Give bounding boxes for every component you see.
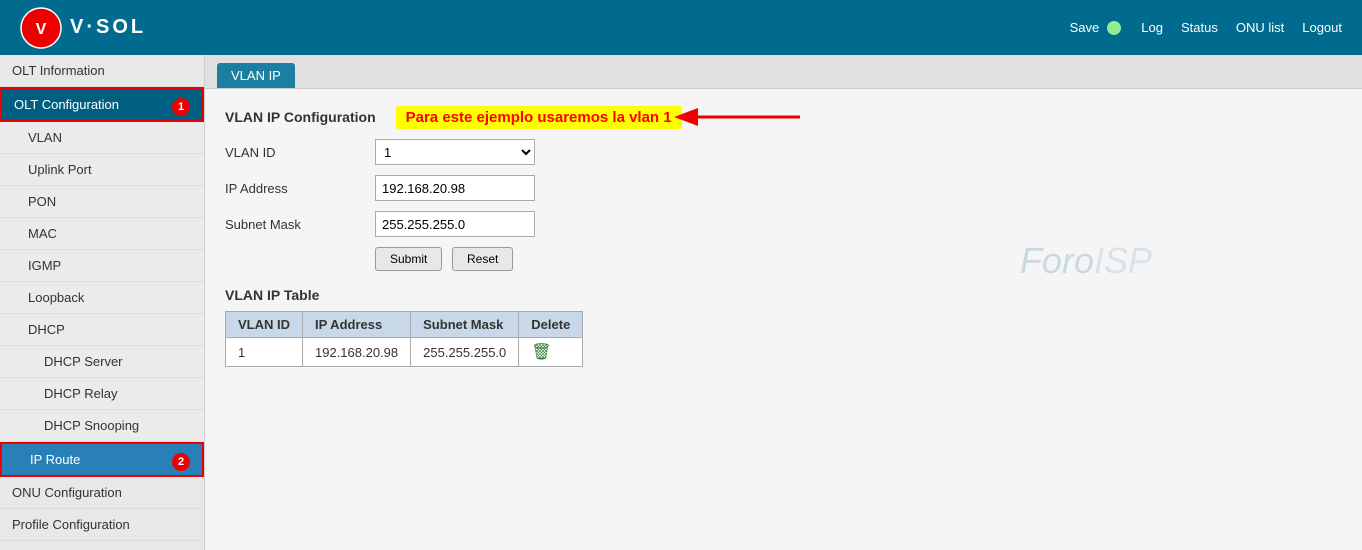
- watermark-foro: Foro: [1020, 240, 1094, 281]
- sidebar-item-loopback[interactable]: Loopback: [0, 282, 204, 314]
- sidebar: OLT Information OLT Configuration 1 VLAN…: [0, 55, 205, 550]
- sidebar-item-pon[interactable]: PON: [0, 186, 204, 218]
- cell-delete: 🗑: [519, 338, 583, 367]
- ip-address-row: IP Address: [225, 175, 1342, 201]
- svg-text:V: V: [36, 21, 47, 38]
- sidebar-item-onu-configuration[interactable]: ONU Configuration: [0, 477, 204, 509]
- header: V V·SOL Save Log Status ONU list Logout: [0, 0, 1362, 55]
- sidebar-item-dhcp-relay[interactable]: DHCP Relay: [0, 378, 204, 410]
- cell-ip-address: 192.168.20.98: [303, 338, 411, 367]
- logout-link[interactable]: Logout: [1302, 20, 1342, 35]
- subnet-mask-input[interactable]: [375, 211, 535, 237]
- content-area: VLAN IP VLAN IP Configuration Para este …: [205, 55, 1362, 550]
- sidebar-ip-route-label: IP Route: [30, 452, 80, 467]
- header-save: Save: [1070, 20, 1122, 35]
- sidebar-item-dhcp-snooping[interactable]: DHCP Snooping: [0, 410, 204, 442]
- table-header-row: VLAN ID IP Address Subnet Mask Delete: [226, 312, 583, 338]
- sidebar-badge-2: 2: [172, 453, 190, 471]
- cell-vlan-id: 1: [226, 338, 303, 367]
- table-title: VLAN IP Table: [225, 287, 1342, 303]
- reset-button[interactable]: Reset: [452, 247, 513, 271]
- save-status-dot: [1107, 21, 1121, 35]
- col-vlan-id: VLAN ID: [226, 312, 303, 338]
- header-nav: Log Status ONU list Logout: [1141, 20, 1342, 35]
- sidebar-olt-config-label: OLT Configuration: [14, 97, 119, 112]
- save-link[interactable]: Save: [1070, 20, 1100, 35]
- sidebar-item-uplink-port[interactable]: Uplink Port: [0, 154, 204, 186]
- vsol-logo-icon: V: [20, 7, 62, 49]
- vlan-id-row: VLAN ID 1: [225, 139, 1342, 165]
- main-layout: OLT Information OLT Configuration 1 VLAN…: [0, 55, 1362, 550]
- watermark: ForoISP: [1020, 240, 1152, 282]
- annotation-arrow: [690, 105, 810, 129]
- sidebar-item-mac[interactable]: MAC: [0, 218, 204, 250]
- sidebar-item-olt-information[interactable]: OLT Information: [0, 55, 204, 87]
- sidebar-badge-1: 1: [172, 98, 190, 116]
- vlan-ip-table: VLAN ID IP Address Subnet Mask Delete 1 …: [225, 311, 583, 367]
- logo-area: V V·SOL: [20, 7, 146, 49]
- sidebar-item-profile-configuration[interactable]: Profile Configuration: [0, 509, 204, 541]
- log-link[interactable]: Log: [1141, 20, 1163, 35]
- ip-address-input[interactable]: [375, 175, 535, 201]
- logo-text: V·SOL: [70, 16, 146, 39]
- subnet-mask-label: Subnet Mask: [225, 217, 375, 232]
- sidebar-item-system-configuration[interactable]: System Configuration: [0, 541, 204, 550]
- ip-address-label: IP Address: [225, 181, 375, 196]
- col-delete: Delete: [519, 312, 583, 338]
- col-ip-address: IP Address: [303, 312, 411, 338]
- status-link[interactable]: Status: [1181, 20, 1218, 35]
- form-buttons: Submit Reset: [375, 247, 1342, 271]
- watermark-isp: ISP: [1094, 240, 1152, 281]
- sidebar-item-olt-configuration[interactable]: OLT Configuration 1: [0, 87, 204, 122]
- section-title: VLAN IP Configuration: [225, 109, 376, 125]
- header-right: Save Log Status ONU list Logout: [1070, 20, 1342, 35]
- sidebar-item-ip-route[interactable]: IP Route 2: [0, 442, 204, 477]
- onu-list-link[interactable]: ONU list: [1236, 20, 1284, 35]
- sidebar-item-dhcp-server[interactable]: DHCP Server: [0, 346, 204, 378]
- tab-vlan-ip[interactable]: VLAN IP: [217, 63, 295, 88]
- sidebar-item-vlan[interactable]: VLAN: [0, 122, 204, 154]
- subnet-mask-row: Subnet Mask: [225, 211, 1342, 237]
- annotation-label: Para este ejemplo usaremos la vlan 1: [396, 106, 682, 129]
- vlan-id-select[interactable]: 1: [375, 139, 535, 165]
- col-subnet-mask: Subnet Mask: [411, 312, 519, 338]
- sidebar-item-dhcp[interactable]: DHCP: [0, 314, 204, 346]
- cell-subnet-mask: 255.255.255.0: [411, 338, 519, 367]
- sidebar-item-igmp[interactable]: IGMP: [0, 250, 204, 282]
- submit-button[interactable]: Submit: [375, 247, 442, 271]
- table-row: 1 192.168.20.98 255.255.255.0 🗑: [226, 338, 583, 367]
- delete-row-button[interactable]: 🗑: [531, 342, 551, 362]
- content-body: VLAN IP Configuration Para este ejemplo …: [205, 89, 1362, 383]
- tab-bar: VLAN IP: [205, 55, 1362, 89]
- vlan-id-label: VLAN ID: [225, 145, 375, 160]
